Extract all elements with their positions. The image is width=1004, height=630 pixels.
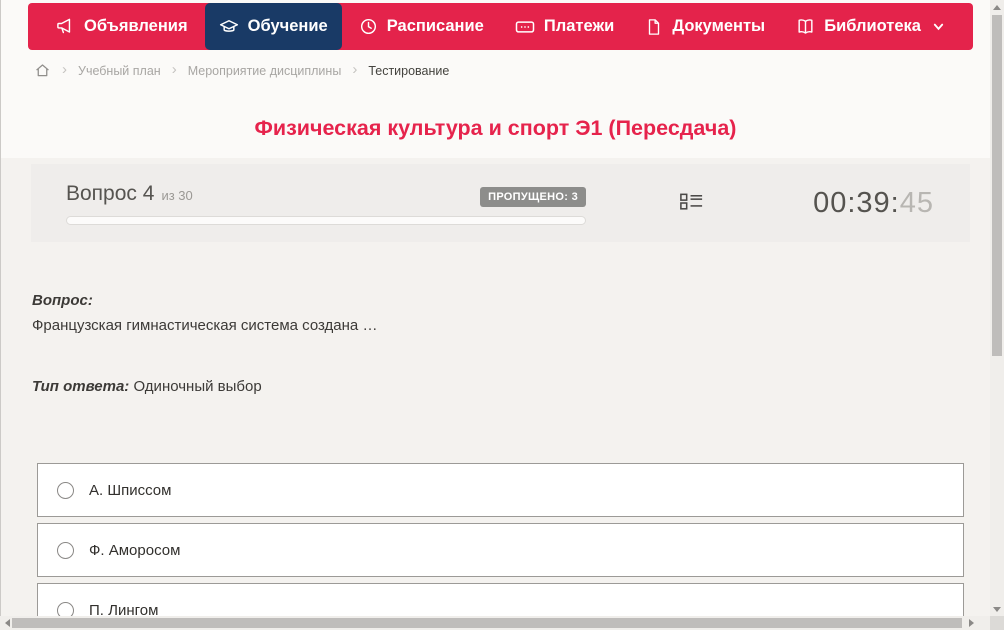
breadcrumb-separator: › [352, 61, 358, 78]
nav-item-schedule[interactable]: Расписание [345, 3, 498, 50]
answer-option-label: П. Лингом [89, 601, 159, 617]
answer-option-label: А. Шписсом [89, 481, 172, 499]
nav-item-label: Расписание [386, 17, 484, 35]
answer-type-label: Тип ответа: [32, 378, 130, 395]
answer-option-3[interactable]: П. Лингом [37, 583, 964, 616]
answer-option-label: Ф. Аморосом [89, 541, 181, 559]
clock-icon [359, 17, 378, 36]
book-icon [796, 17, 815, 36]
progress-bar [66, 215, 586, 225]
question-label: Вопрос: [32, 292, 93, 309]
nav-item-label: Обучение [247, 17, 328, 35]
scroll-up-arrow-icon[interactable] [990, 0, 1004, 14]
scrollbar-corner [990, 616, 1004, 630]
nav-item-education[interactable]: Обучение [204, 3, 342, 50]
document-icon [645, 18, 663, 36]
timer: 00:39:45 [813, 187, 950, 220]
question-total: из 30 [161, 187, 193, 203]
nav-item-label: Документы [672, 17, 766, 35]
skipped-badge: ПРОПУЩЕНО: 3 [480, 186, 586, 207]
nav-item-label: Библиотека [824, 17, 921, 35]
scroll-down-arrow-icon[interactable] [990, 602, 1004, 616]
nav-item-payments[interactable]: Платежи [501, 3, 628, 50]
question-block: Вопрос: Французская гимнастическая систе… [32, 292, 377, 395]
timer-seconds: 45 [899, 186, 934, 219]
question-progress-group: Вопрос 4 из 30 ПРОПУЩЕНО: 3 [66, 182, 586, 225]
browser-viewport: Объявления Обучение Расписание Платежи Д… [0, 0, 1004, 630]
radio-button[interactable] [57, 601, 74, 616]
answer-type-row: Тип ответа: Одиночный выбор [32, 378, 377, 395]
breadcrumb-separator: › [62, 61, 67, 78]
radio-button[interactable] [57, 481, 74, 499]
banknote-icon [515, 17, 535, 37]
nav-item-announcements[interactable]: Объявления [42, 3, 202, 50]
timer-hours-minutes: 00:39: [813, 186, 900, 219]
question-text: Французская гимнастическая система созда… [32, 317, 378, 334]
breadcrumb-testing: Тестирование [368, 63, 450, 78]
nav-item-label: Объявления [84, 17, 188, 35]
home-icon[interactable] [34, 62, 51, 79]
scroll-right-arrow-icon[interactable] [964, 616, 978, 630]
breadcrumb-discipline-event[interactable]: Мероприятие дисциплины [188, 64, 342, 78]
answer-option-1[interactable]: А. Шписсом [37, 463, 964, 517]
page-title: Физическая культура и спорт Э1 (Пересдач… [254, 116, 737, 140]
answer-options: А. Шписсом Ф. Аморосом П. Лингом [37, 463, 964, 616]
radio-button[interactable] [57, 541, 74, 559]
page-content: Объявления Обучение Расписание Платежи Д… [0, 0, 990, 616]
nav-item-library[interactable]: Библиотека [782, 3, 959, 50]
answer-option-2[interactable]: Ф. Аморосом [37, 523, 964, 577]
breadcrumb-separator: › [171, 61, 177, 78]
horizontal-scrollbar-thumb[interactable] [12, 618, 962, 628]
graduation-cap-icon [219, 17, 239, 37]
horizontal-scrollbar[interactable] [0, 616, 990, 630]
vertical-scrollbar-thumb[interactable] [992, 15, 1002, 356]
answer-type-value: Одиночный выбор [133, 378, 262, 395]
breadcrumb: › Учебный план › Мероприятие дисциплины … [34, 62, 449, 79]
breadcrumb-curriculum[interactable]: Учебный план [78, 64, 161, 78]
main-nav: Объявления Обучение Расписание Платежи Д… [28, 3, 973, 50]
megaphone-icon [56, 17, 75, 36]
vertical-scrollbar[interactable] [990, 0, 1004, 616]
question-number: Вопрос 4 [66, 181, 155, 205]
nav-item-label: Платежи [543, 17, 615, 35]
question-list-icon[interactable] [678, 190, 705, 217]
nav-item-documents[interactable]: Документы [631, 3, 779, 50]
question-header-card: Вопрос 4 из 30 ПРОПУЩЕНО: 3 00:39:45 [31, 164, 970, 242]
chevron-down-icon [932, 20, 945, 33]
